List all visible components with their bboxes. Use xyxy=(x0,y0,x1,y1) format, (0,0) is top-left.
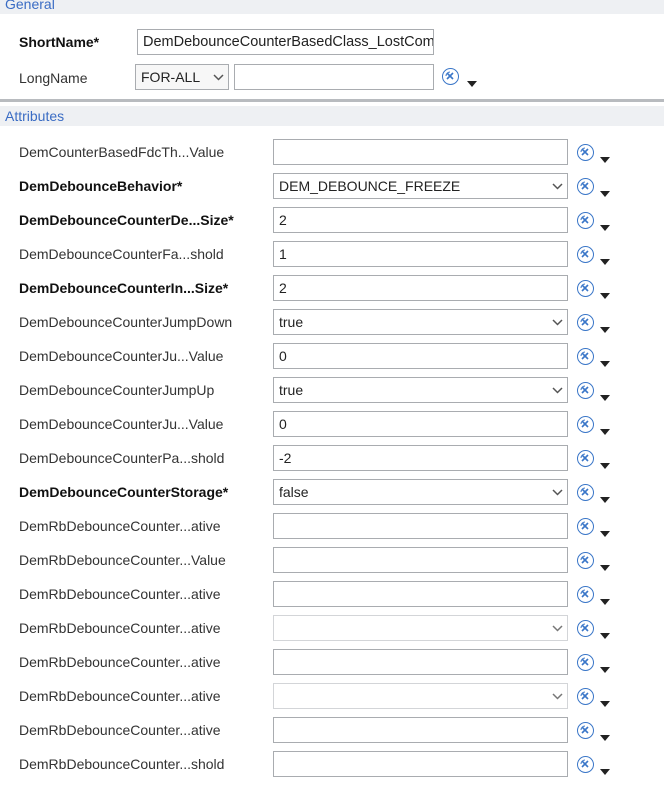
attribute-select[interactable]: false xyxy=(273,479,568,505)
attribute-select[interactable]: true xyxy=(273,377,568,403)
options-dropdown-icon[interactable] xyxy=(600,286,610,299)
chevron-down-icon xyxy=(208,65,228,89)
reset-default-icon[interactable] xyxy=(577,144,594,161)
chevron-down-icon xyxy=(547,378,567,402)
reset-default-icon[interactable] xyxy=(577,382,594,399)
options-dropdown-icon[interactable] xyxy=(600,762,610,775)
reset-default-icon[interactable] xyxy=(577,280,594,297)
options-dropdown-icon[interactable] xyxy=(600,626,610,639)
options-dropdown-icon[interactable] xyxy=(600,728,610,741)
long-name-label: LongName xyxy=(19,70,88,86)
attribute-label: DemDebounceCounterJu...Value xyxy=(19,416,224,432)
options-dropdown-icon[interactable] xyxy=(600,354,610,367)
short-name-label: ShortName* xyxy=(19,34,100,50)
attribute-select[interactable]: true xyxy=(273,309,568,335)
attribute-input[interactable]: 2 xyxy=(273,275,568,301)
language-select[interactable]: FOR-ALL xyxy=(135,64,229,90)
attribute-label: DemRbDebounceCounter...ative xyxy=(19,688,221,704)
attribute-label: DemRbDebounceCounter...ative xyxy=(19,722,221,738)
attribute-label: DemDebounceCounterStorage* xyxy=(19,484,229,500)
reset-default-icon[interactable] xyxy=(577,178,594,195)
reset-default-icon[interactable] xyxy=(577,586,594,603)
options-dropdown-icon[interactable] xyxy=(600,184,610,197)
reset-default-icon[interactable] xyxy=(577,756,594,773)
attribute-input[interactable] xyxy=(273,717,568,743)
reset-default-icon[interactable] xyxy=(577,518,594,535)
chevron-down-icon xyxy=(547,684,567,708)
attribute-label: DemCounterBasedFdcTh...Value xyxy=(19,144,225,160)
reset-default-icon[interactable] xyxy=(577,314,594,331)
attribute-input[interactable]: 0 xyxy=(273,411,568,437)
attribute-label: DemRbDebounceCounter...ative xyxy=(19,620,221,636)
reset-default-icon[interactable] xyxy=(577,722,594,739)
options-dropdown-icon[interactable] xyxy=(600,150,610,163)
attributes-section-header: Attributes xyxy=(0,106,664,126)
attribute-label: DemDebounceCounterIn...Size* xyxy=(19,280,229,296)
long-name-input[interactable] xyxy=(234,64,434,90)
options-dropdown-icon[interactable] xyxy=(600,524,610,537)
attribute-input[interactable] xyxy=(273,751,568,777)
attribute-select[interactable]: DEM_DEBOUNCE_FREEZE xyxy=(273,173,568,199)
chevron-down-icon xyxy=(547,174,567,198)
options-dropdown-icon[interactable] xyxy=(600,660,610,673)
general-section-header: General xyxy=(0,0,664,14)
short-name-input[interactable]: DemDebounceCounterBasedClass_LostCom xyxy=(137,29,434,55)
reset-default-icon[interactable] xyxy=(577,348,594,365)
attribute-input[interactable] xyxy=(273,513,568,539)
attribute-input[interactable]: 1 xyxy=(273,241,568,267)
chevron-down-icon xyxy=(547,310,567,334)
attribute-input[interactable]: 0 xyxy=(273,343,568,369)
options-dropdown-icon[interactable] xyxy=(600,388,610,401)
attribute-label: DemDebounceBehavior* xyxy=(19,178,183,194)
chevron-down-icon xyxy=(547,480,567,504)
attribute-input[interactable] xyxy=(273,139,568,165)
options-dropdown-icon[interactable] xyxy=(600,218,610,231)
attribute-label: DemRbDebounceCounter...shold xyxy=(19,756,225,772)
attribute-label: DemDebounceCounterPa...shold xyxy=(19,450,225,466)
reset-default-icon[interactable] xyxy=(577,212,594,229)
options-dropdown-icon[interactable] xyxy=(600,592,610,605)
attribute-label: DemRbDebounceCounter...ative xyxy=(19,586,221,602)
attribute-select-value: true xyxy=(279,382,304,398)
attribute-label: DemDebounceCounterJumpUp xyxy=(19,382,215,398)
reset-default-icon[interactable] xyxy=(577,620,594,637)
options-dropdown-icon[interactable] xyxy=(600,558,610,571)
attribute-label: DemDebounceCounterJu...Value xyxy=(19,348,224,364)
options-dropdown-icon[interactable] xyxy=(600,490,610,503)
attribute-select-value: false xyxy=(279,484,309,500)
attribute-input[interactable] xyxy=(273,581,568,607)
reset-default-icon[interactable] xyxy=(577,450,594,467)
section-separator xyxy=(0,99,664,102)
reset-default-icon[interactable] xyxy=(442,68,459,85)
reset-default-icon[interactable] xyxy=(577,552,594,569)
attribute-label: DemRbDebounceCounter...Value xyxy=(19,552,226,568)
language-value: FOR-ALL xyxy=(141,69,201,85)
options-dropdown-icon[interactable] xyxy=(467,74,477,87)
options-dropdown-icon[interactable] xyxy=(600,694,610,707)
reset-default-icon[interactable] xyxy=(577,246,594,263)
options-dropdown-icon[interactable] xyxy=(600,422,610,435)
attribute-input[interactable] xyxy=(273,547,568,573)
reset-default-icon[interactable] xyxy=(577,654,594,671)
attribute-select-value: true xyxy=(279,314,304,330)
attribute-select[interactable] xyxy=(273,615,568,641)
chevron-down-icon xyxy=(547,616,567,640)
attribute-label: DemDebounceCounterJumpDown xyxy=(19,314,233,330)
attribute-label: DemDebounceCounterFa...shold xyxy=(19,246,224,262)
attribute-label: DemRbDebounceCounter...ative xyxy=(19,654,221,670)
attribute-select-value: DEM_DEBOUNCE_FREEZE xyxy=(279,178,461,194)
attribute-label: DemRbDebounceCounter...ative xyxy=(19,518,221,534)
attribute-input[interactable]: 2 xyxy=(273,207,568,233)
reset-default-icon[interactable] xyxy=(577,484,594,501)
options-dropdown-icon[interactable] xyxy=(600,252,610,265)
attribute-input[interactable] xyxy=(273,649,568,675)
options-dropdown-icon[interactable] xyxy=(600,320,610,333)
reset-default-icon[interactable] xyxy=(577,688,594,705)
attribute-input[interactable]: -2 xyxy=(273,445,568,471)
attribute-label: DemDebounceCounterDe...Size* xyxy=(19,212,234,228)
attribute-select[interactable] xyxy=(273,683,568,709)
reset-default-icon[interactable] xyxy=(577,416,594,433)
options-dropdown-icon[interactable] xyxy=(600,456,610,469)
